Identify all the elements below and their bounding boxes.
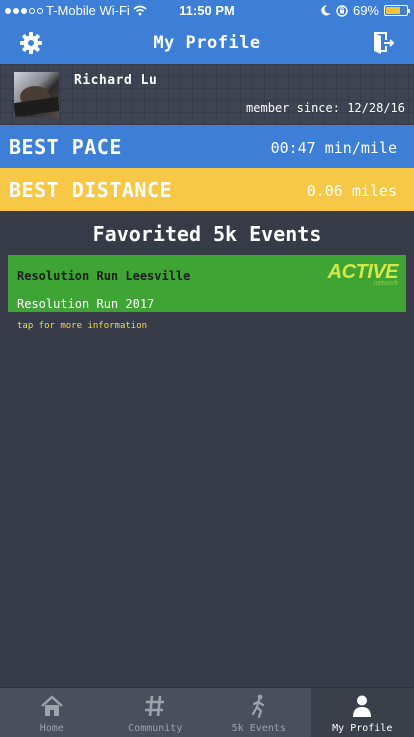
- moon-icon: [321, 5, 331, 16]
- tab-community[interactable]: Community: [104, 688, 208, 737]
- tab-5k-events-label: 5k Events: [207, 723, 311, 734]
- tab-5k-events[interactable]: 5k Events: [207, 688, 311, 737]
- runner-icon: [249, 694, 269, 718]
- event-card[interactable]: Resolution Run Leesville Resolution Run …: [8, 255, 406, 312]
- battery-percent: 69%: [353, 3, 379, 18]
- active-network-logo: ACTIVE network: [328, 262, 398, 287]
- tab-home-label: Home: [0, 723, 104, 734]
- best-pace-label: BEST PACE: [9, 135, 122, 159]
- best-distance-label: BEST DISTANCE: [9, 178, 172, 202]
- event-hint: tap for more information: [17, 321, 147, 331]
- status-right: 69%: [321, 3, 408, 18]
- tab-home[interactable]: Home: [0, 688, 104, 737]
- best-pace-value: 00:47 min/mile: [271, 139, 397, 157]
- header-bar: T-Mobile Wi-Fi 11:50 PM 69%: [0, 0, 414, 64]
- best-pace-row: BEST PACE 00:47 min/mile: [0, 125, 414, 168]
- home-icon: [40, 695, 64, 717]
- tab-my-profile-label: My Profile: [311, 723, 414, 734]
- member-since: member since: 12/28/16: [246, 101, 405, 115]
- favorites-title: Favorited 5k Events: [0, 222, 414, 246]
- person-icon: [352, 695, 372, 717]
- page-title: My Profile: [0, 33, 414, 53]
- battery-icon: [384, 5, 408, 16]
- tab-community-label: Community: [104, 723, 208, 734]
- event-subtitle: Resolution Run 2017: [17, 297, 154, 311]
- avatar[interactable]: [14, 72, 59, 117]
- logout-button[interactable]: [368, 28, 398, 58]
- best-distance-value: 0.06 miles: [307, 182, 397, 200]
- rotation-lock-icon: [336, 5, 348, 17]
- profile-name: Richard Lu: [74, 73, 157, 88]
- best-distance-row: BEST DISTANCE 0.06 miles: [0, 168, 414, 211]
- tab-my-profile[interactable]: My Profile: [311, 688, 414, 737]
- hash-icon: [144, 694, 166, 718]
- profile-banner: [0, 64, 414, 124]
- status-bar: T-Mobile Wi-Fi 11:50 PM 69%: [0, 0, 414, 22]
- event-name: Resolution Run Leesville: [17, 269, 190, 283]
- logout-door-icon: [371, 31, 395, 55]
- tab-bar: Home Community 5k Events My Profile: [0, 687, 414, 737]
